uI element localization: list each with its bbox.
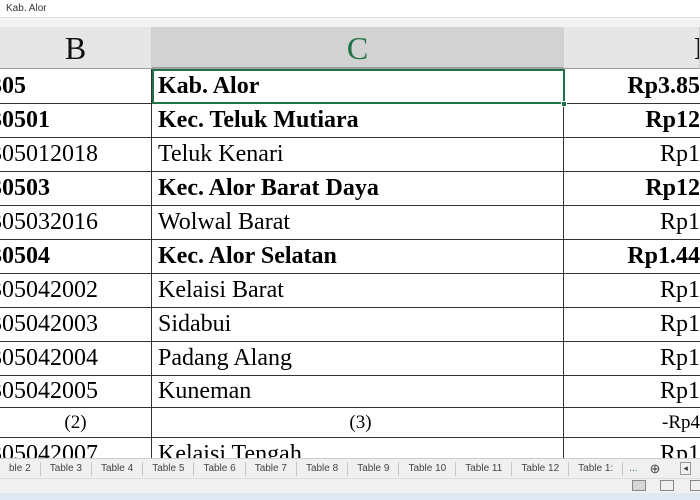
table-row: 30504Kec. Alor SelatanRp1.44 <box>0 240 700 274</box>
sheet-tab[interactable]: Table 10 <box>399 461 457 476</box>
column-header-b[interactable]: B <box>0 27 152 69</box>
table-row: 30503Kec. Alor Barat DayaRp12 <box>0 172 700 206</box>
sheet-tab[interactable]: Table 6 <box>194 461 246 476</box>
cell-name[interactable]: Wolwal Barat <box>152 206 564 239</box>
cell-name[interactable]: Padang Alang <box>152 342 564 375</box>
status-bar <box>0 478 700 493</box>
cell-amount[interactable]: Rp1 <box>564 138 700 171</box>
cell-amount[interactable]: Rp1 <box>564 308 700 341</box>
cell-amount[interactable]: Rp1 <box>564 342 700 375</box>
sheet-tab[interactable]: Table 8 <box>297 461 349 476</box>
column-header-c[interactable]: C <box>152 27 564 69</box>
sheet-tab[interactable]: Table 5 <box>143 461 195 476</box>
table-row: 30501Kec. Teluk MutiaraRp12 <box>0 104 700 138</box>
cell-code[interactable]: 30504 <box>0 240 152 273</box>
table-row: 305042007 Kelaisi Tengah Rp1 <box>0 438 700 458</box>
cell-amount[interactable]: Rp12 <box>564 104 700 137</box>
toolbar-gap <box>0 18 700 27</box>
cell-code[interactable]: 305042004 <box>0 342 152 375</box>
cell-name[interactable]: Kab. Alor <box>152 69 564 103</box>
sheet-tab[interactable]: Table 3 <box>41 461 92 476</box>
cell-name[interactable]: Kuneman <box>152 376 564 407</box>
table-row: (2) (3) -Rp4 <box>0 408 700 438</box>
cell-code[interactable]: 305042005 <box>0 376 152 407</box>
page-break-view-icon[interactable] <box>690 480 700 491</box>
taskbar-strip <box>0 493 700 500</box>
cell-name[interactable]: Teluk Kenari <box>152 138 564 171</box>
cell-amount[interactable]: Rp1.44 <box>564 240 700 273</box>
cell-amount[interactable]: Rp3.85 <box>564 69 700 103</box>
cell-code[interactable]: 305042007 <box>0 438 152 458</box>
cell-code[interactable]: 305032016 <box>0 206 152 239</box>
cell-amount[interactable]: -Rp4 <box>564 408 700 437</box>
table-row: 305042004 Padang Alang Rp1 <box>0 342 700 376</box>
cell-amount[interactable]: Rp1 <box>564 274 700 307</box>
table-row: 305Kab. AlorRp3.85 <box>0 69 700 104</box>
cell-code[interactable]: 30503 <box>0 172 152 205</box>
table-row: 305042002 Kelaisi Barat Rp1 <box>0 274 700 308</box>
more-tabs-ellipsis[interactable]: ... <box>623 463 643 474</box>
table-row: 305012018 Teluk Kenari Rp1 <box>0 138 700 172</box>
cell-name[interactable]: Kelaisi Tengah <box>152 438 564 458</box>
cell-amount[interactable]: Rp1 <box>564 376 700 407</box>
sheet-tabs-bar: ble 2 Table 3 Table 4 Table 5 Table 6 Table 7… <box>0 458 700 478</box>
cell-name[interactable]: Kec. Teluk Mutiara <box>152 104 564 137</box>
spreadsheet-grid: 305Kab. AlorRp3.8530501Kec. Teluk Mutiar… <box>0 69 700 458</box>
page-layout-view-icon[interactable] <box>660 480 674 491</box>
cell-code[interactable]: 305042002 <box>0 274 152 307</box>
fill-handle[interactable] <box>561 101 567 107</box>
normal-view-icon[interactable] <box>632 480 646 491</box>
column-header-d[interactable]: D <box>564 27 700 69</box>
cell-name[interactable]: Kelaisi Barat <box>152 274 564 307</box>
scroll-left-icon[interactable]: ◂ <box>680 462 691 475</box>
table-row: 305032016 Wolwal Barat Rp1 <box>0 206 700 240</box>
sheet-tab[interactable]: Table 1: <box>569 461 624 476</box>
cell-name[interactable]: Kec. Alor Barat Daya <box>152 172 564 205</box>
sheet-tab[interactable]: ble 2 <box>0 461 41 476</box>
cell-name[interactable]: Kec. Alor Selatan <box>152 240 564 273</box>
cell-amount[interactable]: Rp1 <box>564 206 700 239</box>
sheet-tab[interactable]: Table 7 <box>246 461 297 476</box>
sheet-tab[interactable]: Table 9 <box>348 461 400 476</box>
cell-code[interactable]: 305 <box>0 69 152 103</box>
cell-code[interactable]: 305012018 <box>0 138 152 171</box>
cell-amount[interactable]: Rp1 <box>564 438 700 458</box>
cell-name[interactable]: Sidabui <box>152 308 564 341</box>
sheet-tab[interactable]: Table 11 <box>456 461 513 476</box>
name-box[interactable]: Kab. Alor <box>0 0 700 18</box>
sheet-tab[interactable]: Table 12 <box>512 461 570 476</box>
table-row: 305042005 Kuneman Rp1 <box>0 376 700 408</box>
cell-code[interactable]: 30501 <box>0 104 152 137</box>
plus-circle-icon[interactable]: ⊕ <box>644 461 667 477</box>
cell-amount[interactable]: Rp12 <box>564 172 700 205</box>
table-row: 305042003 Sidabui Rp1 <box>0 308 700 342</box>
sheet-tab[interactable]: Table 4 <box>92 461 144 476</box>
cell-code[interactable]: (2) <box>0 408 152 437</box>
cell-code[interactable]: 305042003 <box>0 308 152 341</box>
cell-name[interactable]: (3) <box>152 408 564 437</box>
